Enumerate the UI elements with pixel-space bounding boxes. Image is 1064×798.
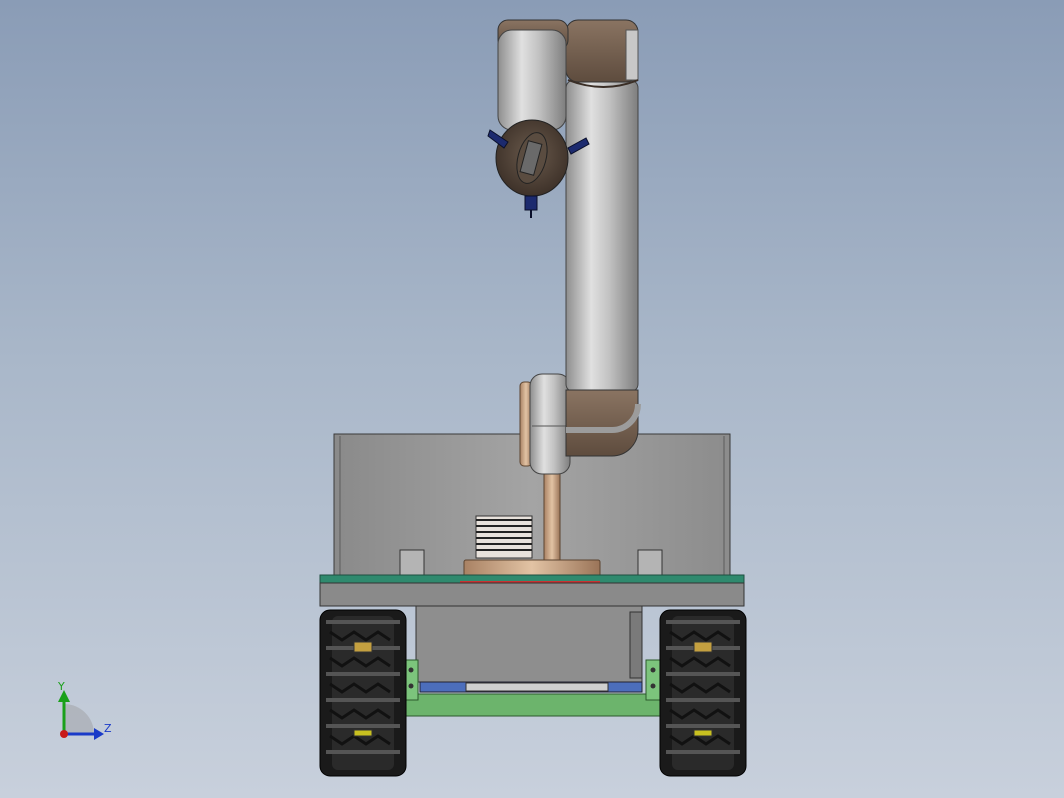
heat-sink [475, 515, 533, 559]
z-axis-label: Z [104, 722, 112, 735]
chassis-deck[interactable] [319, 574, 745, 607]
tracked-wheel-right[interactable] [659, 609, 747, 777]
tracked-wheel-left[interactable] [319, 609, 407, 777]
motor-housing[interactable] [415, 605, 643, 693]
robot-arm-wrist[interactable] [495, 19, 569, 197]
robot-arm-elbow[interactable] [565, 389, 641, 457]
coordinate-triad: Y Z [57, 680, 112, 740]
robot-arm-shoulder[interactable] [519, 373, 571, 475]
robot-arm-top-joint[interactable] [565, 19, 639, 88]
robot-arm-upper-link[interactable] [565, 79, 639, 393]
x-axis-dot [60, 730, 68, 738]
y-axis-label: Y [57, 680, 65, 693]
cad-viewport[interactable]: Y Z [0, 0, 1064, 798]
